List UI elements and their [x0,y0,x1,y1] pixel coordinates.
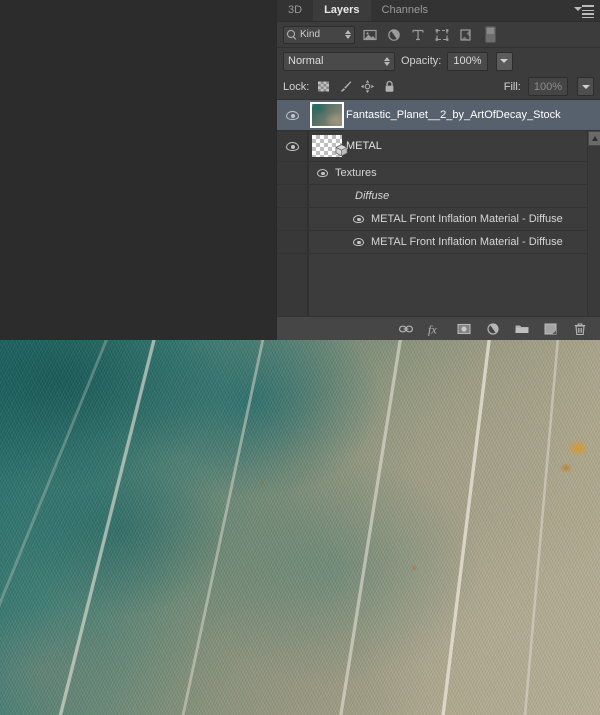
eye-icon [353,215,364,223]
layer-name[interactable]: METAL [346,140,382,152]
layers-panel-toolbar: fx [277,316,600,340]
stepper-arrows-icon [384,57,390,66]
filter-enable-toggle[interactable] [485,26,496,43]
fill-label: Fill: [504,81,521,93]
layer-rows: Fantastic_Planet__2_by_ArtOfDecay_Stock [277,100,600,254]
texture-name[interactable]: METAL Front Inflation Material - Diffuse [371,236,563,248]
blend-mode-row: Normal Opacity: 100% [277,48,600,74]
blend-mode-select[interactable]: Normal [283,52,395,71]
text-icon[interactable] [409,26,427,44]
opacity-slider-button[interactable] [496,52,513,71]
eye-icon [317,169,328,177]
texture-visibility-toggle[interactable] [351,215,366,223]
layer-visibility-toggle[interactable] [277,131,308,161]
trash-icon[interactable] [572,321,588,337]
opacity-label: Opacity: [401,55,441,67]
eye-icon [286,111,299,120]
layer-name[interactable]: Fantastic_Planet__2_by_ArtOfDecay_Stock [346,109,561,121]
texture-name[interactable]: Diffuse [355,190,389,202]
layers-panel: 3D Layers Channels Kind [276,0,600,340]
filter-kind-select[interactable]: Kind [283,26,355,44]
texture-name[interactable]: Textures [335,167,377,179]
image-icon[interactable] [361,26,379,44]
fx-icon[interactable]: fx [427,321,443,337]
folder-icon[interactable] [514,321,530,337]
tab-3d[interactable]: 3D [277,0,313,21]
layer-list: Fantastic_Planet__2_by_ArtOfDecay_Stock [277,100,600,316]
move-arrows-icon[interactable] [360,79,375,94]
padlock-icon[interactable] [382,79,397,94]
tab-channels[interactable]: Channels [371,0,439,21]
transparent-thumbnail [312,135,342,157]
layer-visibility-toggle[interactable] [277,100,308,130]
smart-object-icon[interactable] [457,26,475,44]
texture-visibility-toggle[interactable] [315,169,330,177]
fill-slider-button[interactable] [577,77,594,96]
checkerboard-icon[interactable] [316,79,331,94]
fill-input[interactable]: 100% [528,77,568,96]
texture-row-diffuse[interactable]: Diffuse [277,185,600,208]
adjustment-icon[interactable] [385,26,403,44]
texture-row-metal-front-inflation-2[interactable]: METAL Front Inflation Material - Diffuse [277,231,600,254]
layer-thumbnail-cell[interactable] [308,135,346,157]
brush-icon[interactable] [338,79,353,94]
eye-icon [286,142,299,151]
shape-icon[interactable] [433,26,451,44]
search-icon [287,30,296,39]
layer-list-scrollbar[interactable] [587,131,600,316]
eye-icon [353,238,364,246]
texture-name[interactable]: METAL Front Inflation Material - Diffuse [371,213,563,225]
lock-label: Lock: [283,81,309,93]
canvas-texture-image[interactable] [0,340,600,715]
link-icon[interactable] [398,321,414,337]
layer-thumbnail-cell[interactable] [308,104,346,126]
lock-row: Lock: [277,74,600,100]
opacity-input[interactable]: 100% [447,52,487,71]
mask-icon[interactable] [456,321,472,337]
blend-mode-value: Normal [288,55,323,67]
panel-tab-strip: 3D Layers Channels [277,0,600,22]
stepper-arrows-icon [345,30,351,39]
scroll-up-button[interactable] [588,131,600,146]
texture-visibility-toggle[interactable] [351,238,366,246]
tab-layers[interactable]: Layers [313,0,370,21]
image-thumbnail [312,104,342,126]
adjustment-circle-icon[interactable] [485,321,501,337]
layer-row-metal[interactable]: METAL [277,131,600,162]
layer-row-fantastic-planet[interactable]: Fantastic_Planet__2_by_ArtOfDecay_Stock [277,100,600,131]
texture-row-metal-front-inflation-1[interactable]: METAL Front Inflation Material - Diffuse [277,208,600,231]
filter-kind-label: Kind [300,29,320,40]
new-layer-icon[interactable] [543,321,559,337]
panel-menu-icon[interactable] [574,5,594,18]
layer-filter-row: Kind [277,22,600,48]
svg-text:fx: fx [428,322,437,336]
3d-cube-icon [334,143,349,158]
texture-row-textures[interactable]: Textures [277,162,600,185]
